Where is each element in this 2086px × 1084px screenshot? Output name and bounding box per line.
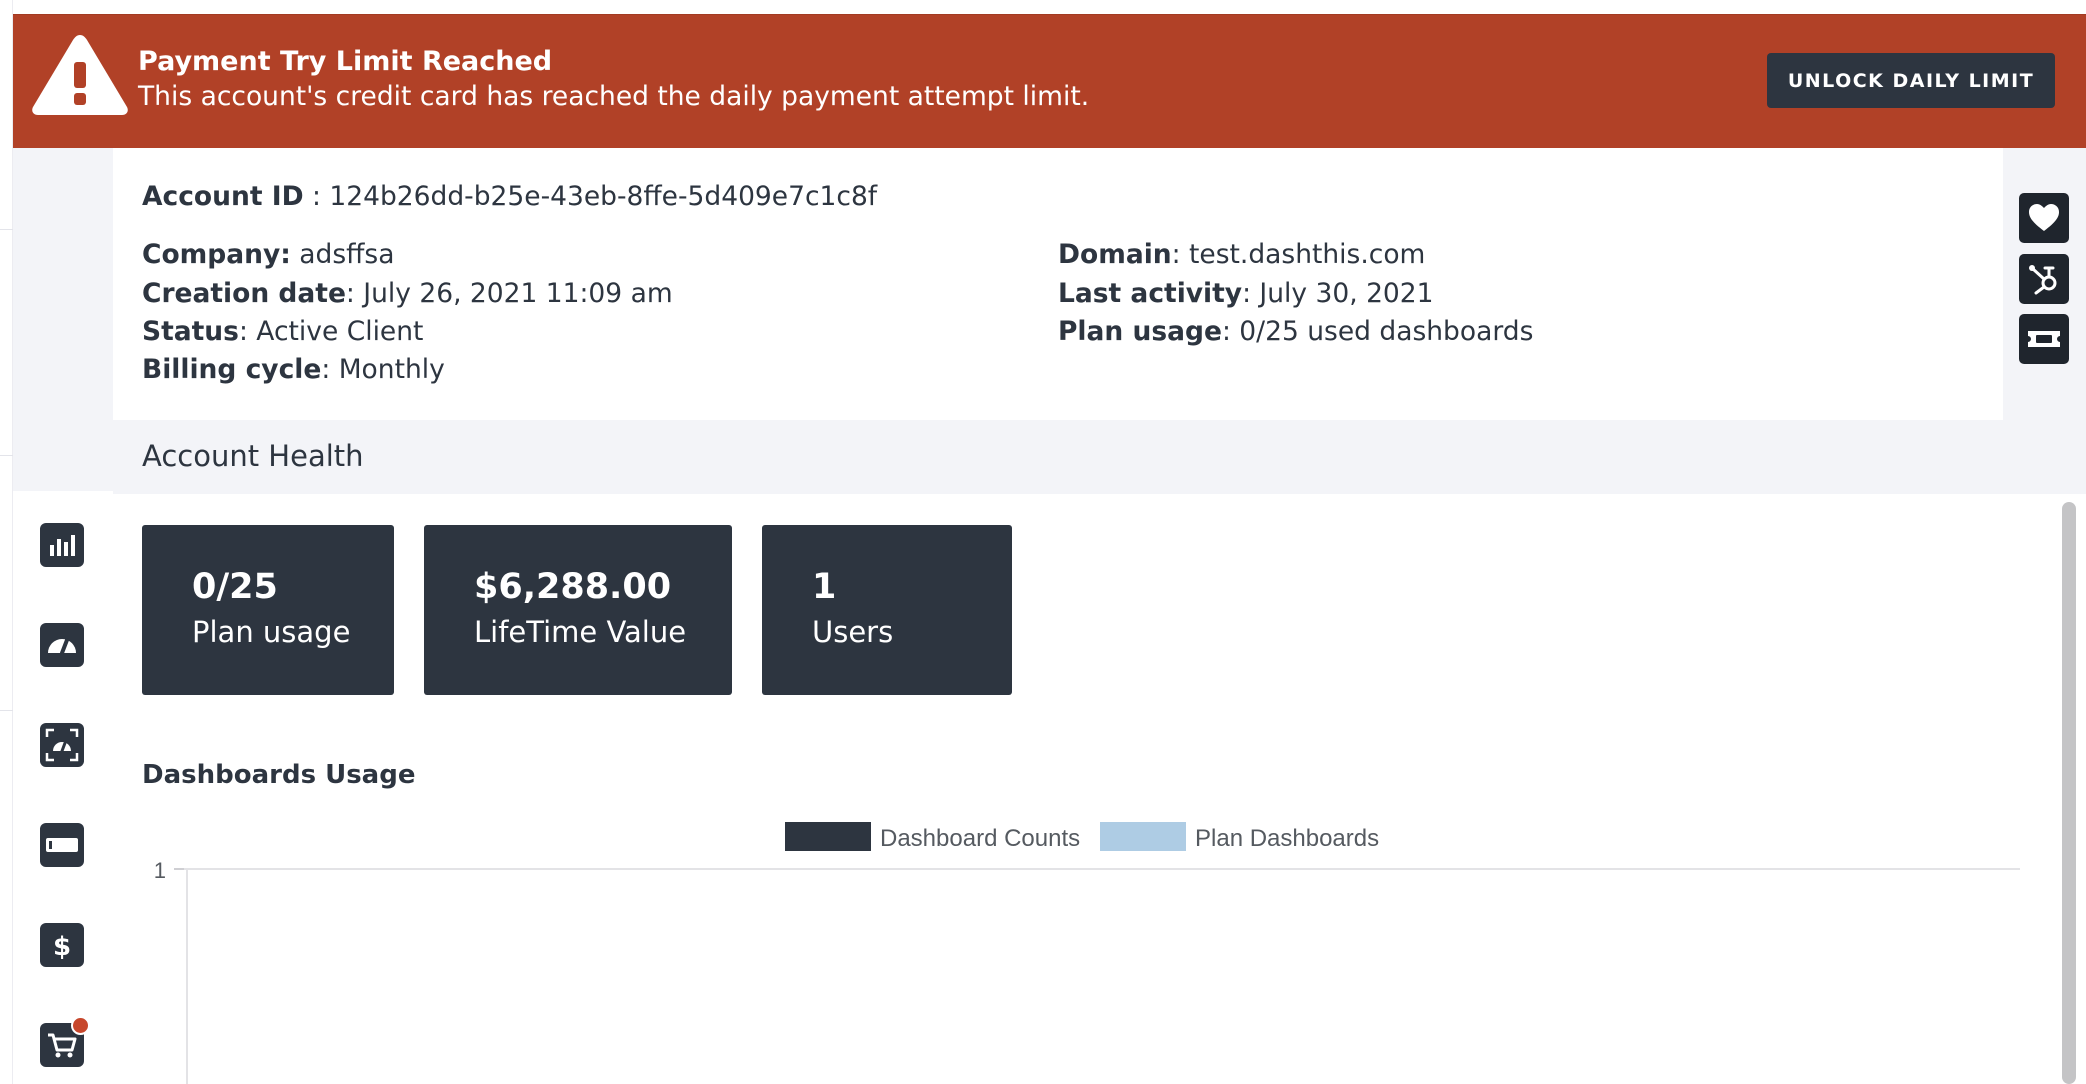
stat-label: LifeTime Value [474, 615, 687, 649]
speedometer-icon [48, 638, 76, 655]
company-label: Company: [142, 239, 291, 270]
account-id-row: Account ID : 124b26dd-b25e-43eb-8ffe-5d4… [142, 181, 877, 212]
scrollbar-thumb[interactable] [2062, 502, 2076, 1084]
chart-legend: Dashboard Counts Plan Dashboards [785, 822, 1379, 852]
progress-bar-icon [46, 838, 78, 852]
billing-cycle-label: Billing cycle [142, 354, 322, 385]
nav-item-cart[interactable] [40, 1016, 90, 1067]
stat-card-lifetime-value: $6,288.00 LifeTime Value [424, 525, 732, 695]
stat-label: Plan usage [192, 615, 351, 649]
legend-label-plan-dashboards: Plan Dashboards [1195, 825, 1379, 852]
status-label: Status [142, 316, 239, 347]
dashboards-usage-chart: Dashboard Counts Plan Dashboards 1 [154, 822, 2020, 1084]
bar-chart-icon [50, 535, 75, 556]
stat-label: Users [812, 615, 894, 649]
account-id-label: Account ID [142, 181, 304, 212]
creation-date-label: Creation date [142, 278, 346, 309]
legend-swatch-plan-dashboards[interactable] [1100, 822, 1186, 851]
account-id-value: : 124b26dd-b25e-43eb-8ffe-5d409e7c1c8f [303, 181, 878, 212]
dollar-icon: $ [53, 932, 71, 962]
svg-text:$: $ [53, 932, 71, 962]
plan-usage-label: Plan usage [1058, 316, 1222, 347]
billing-cycle-value: : Monthly [321, 354, 445, 385]
plan-usage-value: : 0/25 used dashboards [1221, 316, 1534, 347]
nav-item-billing[interactable]: $ [40, 923, 84, 967]
creation-date-row: Creation date: July 26, 2021 11:09 am [142, 278, 673, 309]
y-tick-label: 1 [154, 858, 166, 883]
banner-message: This account's credit card has reached t… [138, 81, 1090, 112]
support-ticket-button[interactable] [2019, 314, 2069, 364]
stat-card-plan-usage: 0/25 Plan usage [142, 525, 394, 695]
creation-date-value: : July 26, 2021 11:09 am [345, 278, 673, 309]
nav-item-monitor[interactable] [40, 723, 84, 767]
domain-row: Domain: test.dashthis.com [1058, 239, 1425, 270]
left-column-background [13, 148, 113, 491]
stat-value: $6,288.00 [474, 567, 672, 607]
domain-value: : test.dashthis.com [1171, 239, 1426, 270]
last-activity-row: Last activity: July 30, 2021 [1058, 278, 1434, 309]
hubspot-icon [2029, 265, 2057, 295]
last-activity-label: Last activity [1058, 278, 1243, 309]
status-value: : Active Client [238, 316, 424, 347]
nav-item-analytics[interactable] [40, 523, 84, 567]
legend-label-dashboard-counts: Dashboard Counts [880, 825, 1080, 852]
nav-item-performance[interactable] [40, 623, 84, 667]
billing-cycle-row: Billing cycle: Monthly [142, 354, 445, 385]
gauge-frame-icon [45, 728, 79, 762]
banner-title: Payment Try Limit Reached [138, 46, 553, 77]
account-health-title: Account Health [142, 439, 364, 473]
company-value: adsffsa [290, 239, 395, 270]
chart-title: Dashboards Usage [142, 760, 416, 790]
stat-value: 1 [812, 567, 837, 607]
section-band [113, 420, 2003, 494]
stat-value: 0/25 [192, 567, 278, 607]
ticket-icon [2028, 331, 2060, 347]
plan-usage-row: Plan usage: 0/25 used dashboards [1058, 316, 1533, 347]
last-activity-value: : July 30, 2021 [1242, 278, 1434, 309]
company-row: Company: adsffsa [142, 239, 394, 270]
warning-triangle-icon [32, 35, 128, 115]
nav-item-progress[interactable] [40, 823, 84, 867]
domain-label: Domain [1058, 239, 1172, 270]
left-gutter [0, 0, 13, 1084]
legend-swatch-dashboard-counts[interactable] [785, 822, 871, 851]
notification-badge [71, 1016, 90, 1035]
heart-icon [2029, 204, 2059, 231]
unlock-daily-limit-button[interactable]: UNLOCK DAILY LIMIT [1767, 53, 2055, 108]
status-row: Status: Active Client [142, 316, 423, 347]
stat-card-users: 1 Users [762, 525, 1012, 695]
hubspot-button[interactable] [2019, 254, 2069, 304]
favorite-button[interactable] [2019, 193, 2069, 243]
